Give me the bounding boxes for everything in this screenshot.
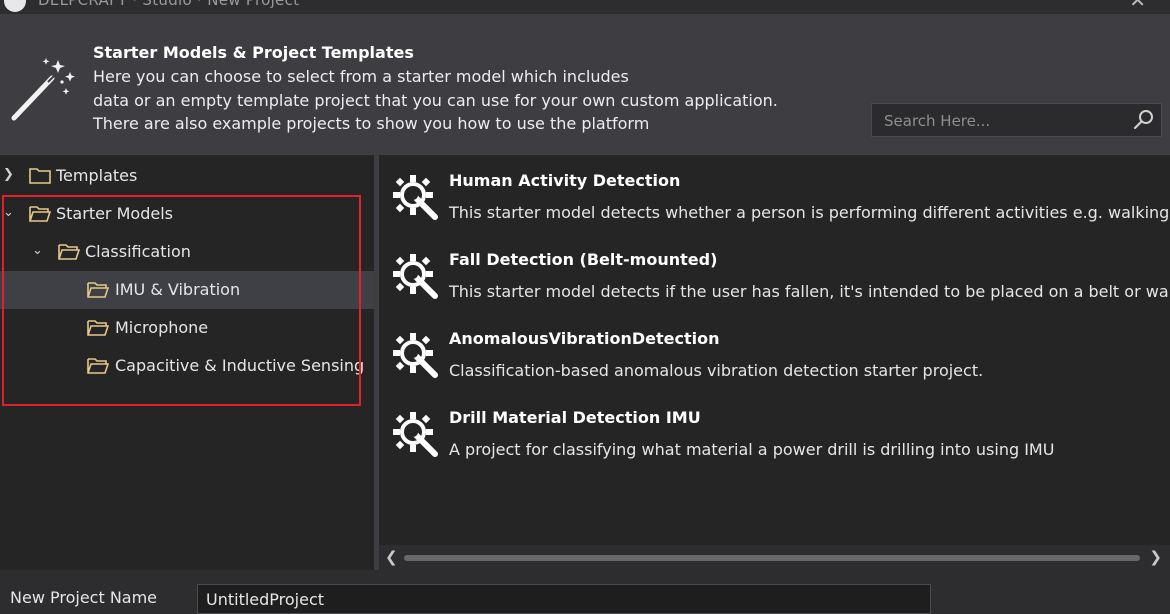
tree-item-classification[interactable]: ⌄ Classification [0,233,374,271]
title-bar: DELPCRAFT · Studio · New Project ✕ [0,0,1170,14]
tree-item-capacitive-inductive[interactable]: Capacitive & Inductive Sensing [0,347,374,385]
scroll-left-icon[interactable]: ❮ [385,548,398,566]
search-icon[interactable] [1133,109,1155,131]
chevron-right-icon[interactable]: ❯ [3,167,15,183]
project-name-label: New Project Name [10,588,158,607]
close-icon[interactable]: ✕ [1129,0,1146,12]
tree-item-starter-models[interactable]: ⌄ Starter Models [0,195,374,233]
open-folder-icon [58,244,80,260]
project-name-bar: New Project Name [0,570,1170,614]
tree-item-templates[interactable]: ❯ Templates [0,157,374,195]
gear-wrench-icon [393,412,438,457]
project-name-field[interactable] [197,584,931,614]
folder-icon [29,168,51,184]
project-item-human-activity[interactable]: Human Activity Detection This starter mo… [379,155,1170,225]
project-title: AnomalousVibrationDetection [449,329,720,348]
tree-item-label: Classification [85,242,191,261]
gear-wrench-icon [393,333,438,378]
project-description: This starter model detects if the user h… [449,282,1170,301]
project-description: Classification-based anomalous vibration… [449,361,984,380]
tree-item-label: Microphone [115,318,209,337]
gear-wrench-icon [393,175,438,220]
tree-item-label: Templates [56,166,138,185]
search-input[interactable] [882,109,1136,133]
open-folder-icon [87,320,109,336]
magic-wand-icon [11,58,75,121]
window-title: DELPCRAFT · Studio · New Project [38,0,300,9]
open-folder-icon [87,358,109,374]
project-description: This starter model detects whether a per… [449,203,1170,222]
project-title: Fall Detection (Belt-mounted) [449,250,718,269]
open-folder-icon [87,282,109,298]
chevron-down-icon[interactable]: ⌄ [3,205,15,221]
header-title: Starter Models & Project Templates [93,43,414,62]
header-description-line: Here you can choose to select from a sta… [93,67,629,86]
scrollbar-thumb[interactable] [404,555,1140,561]
project-list: Human Activity Detection This starter mo… [379,155,1170,570]
horizontal-scrollbar[interactable]: ❮ ❯ [379,545,1170,570]
project-description: A project for classifying what material … [449,440,1055,459]
tree-item-label: Starter Models [56,204,173,223]
tree-item-microphone[interactable]: Microphone [0,309,374,347]
header-description-line: data or an empty template project that y… [93,91,778,110]
project-title: Human Activity Detection [449,171,681,190]
tree-item-label: IMU & Vibration [115,280,241,299]
tree-item-imu-vibration[interactable]: IMU & Vibration [0,271,374,309]
project-item-drill-material[interactable]: Drill Material Detection IMU A project f… [379,392,1170,462]
tree-item-label: Capacitive & Inductive Sensing [115,356,365,375]
category-tree: ❯ Templates ⌄ Starter Models ⌄ Classific… [0,155,374,570]
gear-wrench-icon [393,254,438,299]
project-item-anomalous-vibration[interactable]: AnomalousVibrationDetection Classificati… [379,313,1170,383]
project-title: Drill Material Detection IMU [449,408,701,427]
chevron-down-icon[interactable]: ⌄ [32,243,44,259]
app-logo-icon [4,0,26,12]
scroll-right-icon[interactable]: ❯ [1149,548,1162,566]
header-description-line: There are also example projects to show … [93,114,650,133]
project-item-fall-detection[interactable]: Fall Detection (Belt-mounted) This start… [379,234,1170,304]
search-box[interactable] [871,103,1162,137]
open-folder-icon [29,206,51,222]
